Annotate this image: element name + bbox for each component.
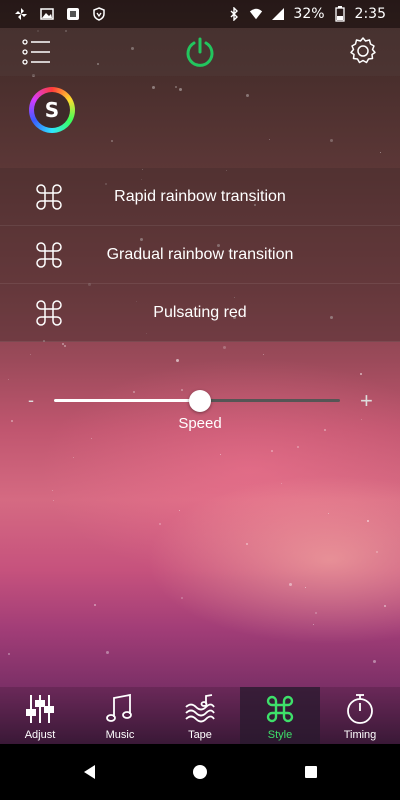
music-note-icon	[104, 693, 136, 725]
star	[179, 510, 180, 511]
recents-icon[interactable]	[301, 762, 321, 782]
star	[8, 653, 10, 655]
app-logo: S	[29, 87, 75, 133]
star	[328, 513, 329, 514]
star	[376, 551, 378, 553]
star	[94, 604, 96, 606]
clock: 2:35	[354, 6, 386, 22]
star	[271, 450, 273, 452]
tab-style[interactable]: Style	[240, 687, 320, 744]
pinwheel-icon	[14, 7, 28, 21]
star	[289, 583, 292, 586]
tab-timing[interactable]: Timing	[320, 687, 400, 744]
star	[175, 86, 177, 88]
wifi-icon	[249, 7, 263, 21]
back-icon[interactable]	[80, 762, 100, 782]
speed-slider-track[interactable]	[54, 390, 340, 412]
speed-label: Speed	[178, 415, 222, 432]
speed-slider: - + Speed	[0, 388, 400, 440]
star	[305, 587, 306, 588]
mode-label: Gradual rainbow transition	[106, 245, 294, 263]
bluetooth-icon	[227, 7, 241, 21]
star	[380, 152, 381, 153]
star	[220, 454, 221, 455]
command-icon	[264, 693, 296, 725]
star	[64, 345, 66, 347]
power-icon[interactable]	[184, 36, 216, 68]
tab-label: Tape	[188, 729, 212, 741]
star	[269, 139, 270, 140]
tape-wave-icon	[184, 693, 216, 725]
settings-icon[interactable]	[348, 36, 378, 66]
image-icon	[40, 7, 54, 21]
star	[176, 359, 179, 362]
star	[315, 612, 317, 614]
shield-icon	[92, 7, 106, 21]
star	[330, 139, 333, 142]
app-header	[0, 28, 400, 76]
home-icon[interactable]	[190, 762, 210, 782]
mode-item-rapid-rainbow[interactable]: Rapid rainbow transition	[0, 168, 400, 226]
mode-label: Pulsating red	[153, 303, 247, 321]
star	[360, 373, 362, 375]
tab-label: Style	[267, 729, 293, 741]
speed-increase-button[interactable]: +	[360, 388, 373, 414]
star	[384, 605, 386, 607]
battery-level: 32%	[293, 6, 325, 22]
menu-icon[interactable]	[22, 38, 52, 66]
logo-letter: S	[34, 92, 70, 128]
signal-icon	[271, 7, 285, 21]
speed-slider-thumb[interactable]	[188, 390, 211, 412]
speed-decrease-button[interactable]: -	[28, 390, 34, 411]
star	[367, 520, 369, 522]
star	[246, 543, 248, 545]
star	[181, 597, 183, 599]
star	[159, 523, 161, 525]
battery-icon	[333, 6, 347, 22]
tab-label: Music	[105, 729, 135, 741]
star	[73, 457, 74, 458]
star	[8, 379, 9, 380]
star	[62, 343, 64, 345]
star	[263, 354, 264, 355]
store-icon	[66, 7, 80, 21]
sliders-icon	[24, 693, 56, 725]
star	[152, 86, 155, 89]
mode-item-gradual-rainbow[interactable]: Gradual rainbow transition	[0, 226, 400, 284]
tab-tape[interactable]: Tape	[160, 687, 240, 744]
mode-item-pulsating-red[interactable]: Pulsating red	[0, 284, 400, 342]
speed-slider-fill	[54, 399, 200, 402]
bottom-tab-bar: Adjust Music Tape Style Timing	[0, 687, 400, 744]
star	[246, 94, 249, 97]
tab-adjust[interactable]: Adjust	[0, 687, 80, 744]
status-bar: 32% 2:35	[0, 0, 400, 28]
star	[111, 140, 113, 142]
mode-list: Rapid rainbow transition Gradual rainbow…	[0, 168, 400, 342]
star	[30, 354, 31, 355]
star	[106, 651, 109, 654]
tab-music[interactable]: Music	[80, 687, 160, 744]
tab-label: Timing	[343, 729, 377, 741]
star	[373, 660, 376, 663]
star	[52, 490, 53, 491]
star	[313, 624, 314, 625]
star	[179, 88, 182, 91]
stopwatch-icon	[344, 693, 376, 725]
star	[281, 483, 282, 484]
tab-label: Adjust	[24, 729, 56, 741]
star	[53, 500, 54, 501]
mode-label: Rapid rainbow transition	[114, 187, 286, 205]
navigation-bar	[0, 744, 400, 800]
star	[223, 346, 226, 349]
star	[297, 446, 299, 448]
